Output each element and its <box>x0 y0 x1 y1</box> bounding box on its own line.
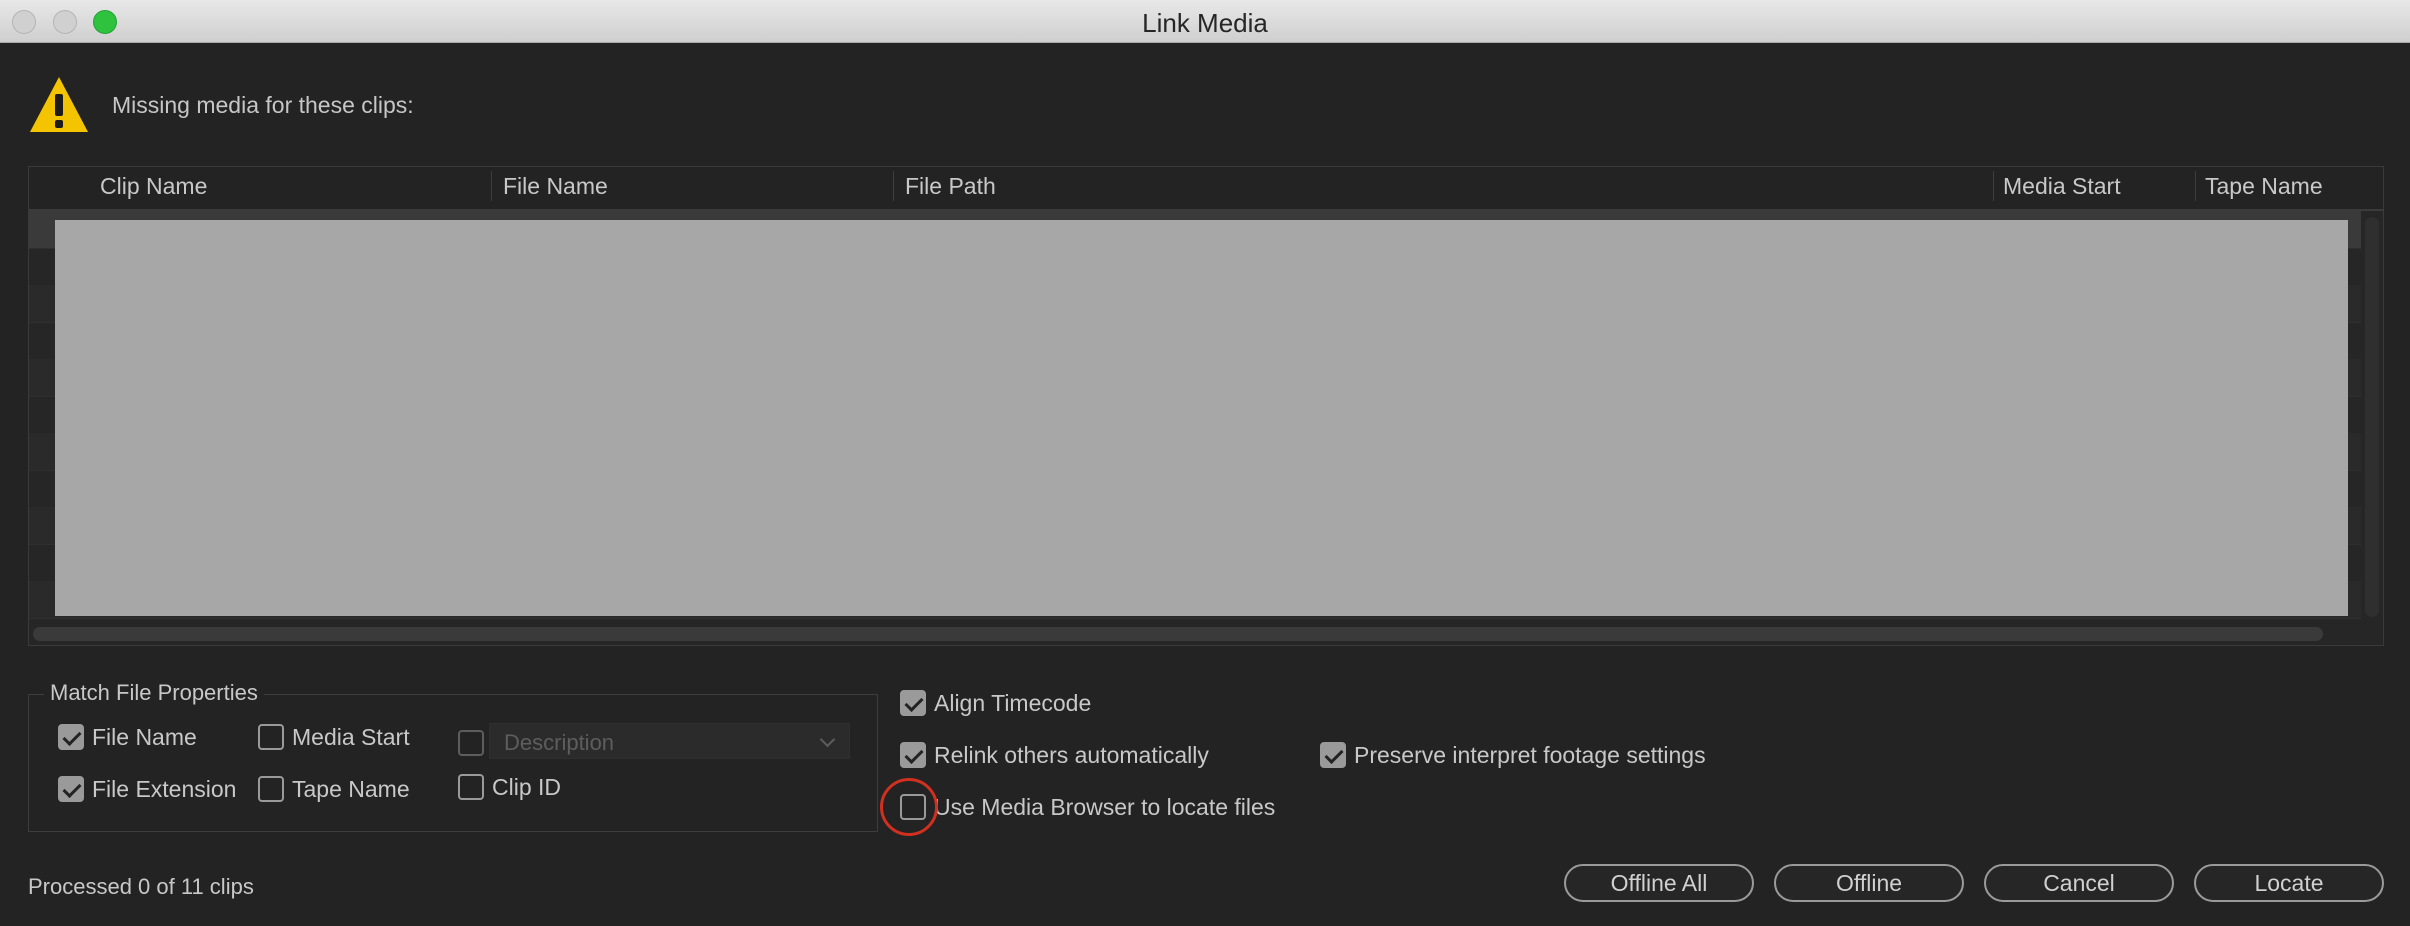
relink-automatically-checkbox[interactable] <box>900 742 926 768</box>
offline-all-button[interactable]: Offline All <box>1564 864 1754 902</box>
column-header-file-name[interactable]: File Name <box>503 173 608 200</box>
column-divider[interactable] <box>1993 171 1994 201</box>
status-text: Processed 0 of 11 clips <box>28 874 254 899</box>
file-extension-checkbox[interactable] <box>58 776 84 802</box>
column-divider[interactable] <box>491 171 492 201</box>
redacted-table-content <box>55 220 2348 616</box>
column-header-media-start[interactable]: Media Start <box>2003 173 2121 200</box>
tape-name-checkbox[interactable] <box>258 776 284 802</box>
cancel-button[interactable]: Cancel <box>1984 864 2174 902</box>
media-start-checkbox[interactable] <box>258 724 284 750</box>
description-checkbox[interactable] <box>458 730 484 756</box>
title-bar: Link Media <box>0 0 2410 43</box>
clip-id-label: Clip ID <box>492 774 562 800</box>
warning-icon <box>30 77 88 132</box>
preserve-interpret-footage-checkbox[interactable] <box>1320 742 1346 768</box>
column-header-clip-name[interactable]: Clip Name <box>100 173 207 200</box>
column-header-file-path[interactable]: File Path <box>905 173 996 200</box>
use-media-browser-label: Use Media Browser to locate files <box>934 794 1276 820</box>
file-name-label: File Name <box>92 724 197 750</box>
window-title: Link Media <box>1142 8 1268 38</box>
column-divider[interactable] <box>2195 171 2196 201</box>
horizontal-scrollbar[interactable] <box>33 627 2323 641</box>
relink-automatically-label: Relink others automatically <box>934 742 1209 768</box>
file-extension-label: File Extension <box>92 776 237 802</box>
table-header: Clip Name File Name File Path Media Star… <box>29 167 2383 211</box>
preserve-interpret-footage-label: Preserve interpret footage settings <box>1354 742 1706 768</box>
align-timecode-checkbox[interactable] <box>900 690 926 716</box>
tape-name-label: Tape Name <box>292 776 410 802</box>
description-dropdown-value: Description <box>504 730 615 755</box>
column-header-tape-name[interactable]: Tape Name <box>2205 173 2323 200</box>
chevron-down-icon <box>819 731 836 748</box>
description-dropdown[interactable]: Description <box>489 723 850 759</box>
vertical-scrollbar[interactable] <box>2365 217 2379 617</box>
column-divider[interactable] <box>893 171 894 201</box>
file-name-checkbox[interactable] <box>58 724 84 750</box>
align-timecode-label: Align Timecode <box>934 690 1092 716</box>
media-start-label: Media Start <box>292 724 410 750</box>
highlight-circle <box>880 778 938 836</box>
offline-button[interactable]: Offline <box>1774 864 1964 902</box>
clip-id-checkbox[interactable] <box>458 774 484 800</box>
missing-media-message: Missing media for these clips: <box>112 92 414 118</box>
clips-table: Clip Name File Name File Path Media Star… <box>28 166 2384 646</box>
match-file-properties-legend: Match File Properties <box>44 680 264 706</box>
locate-button[interactable]: Locate <box>2194 864 2384 902</box>
match-file-properties-group <box>28 694 878 832</box>
